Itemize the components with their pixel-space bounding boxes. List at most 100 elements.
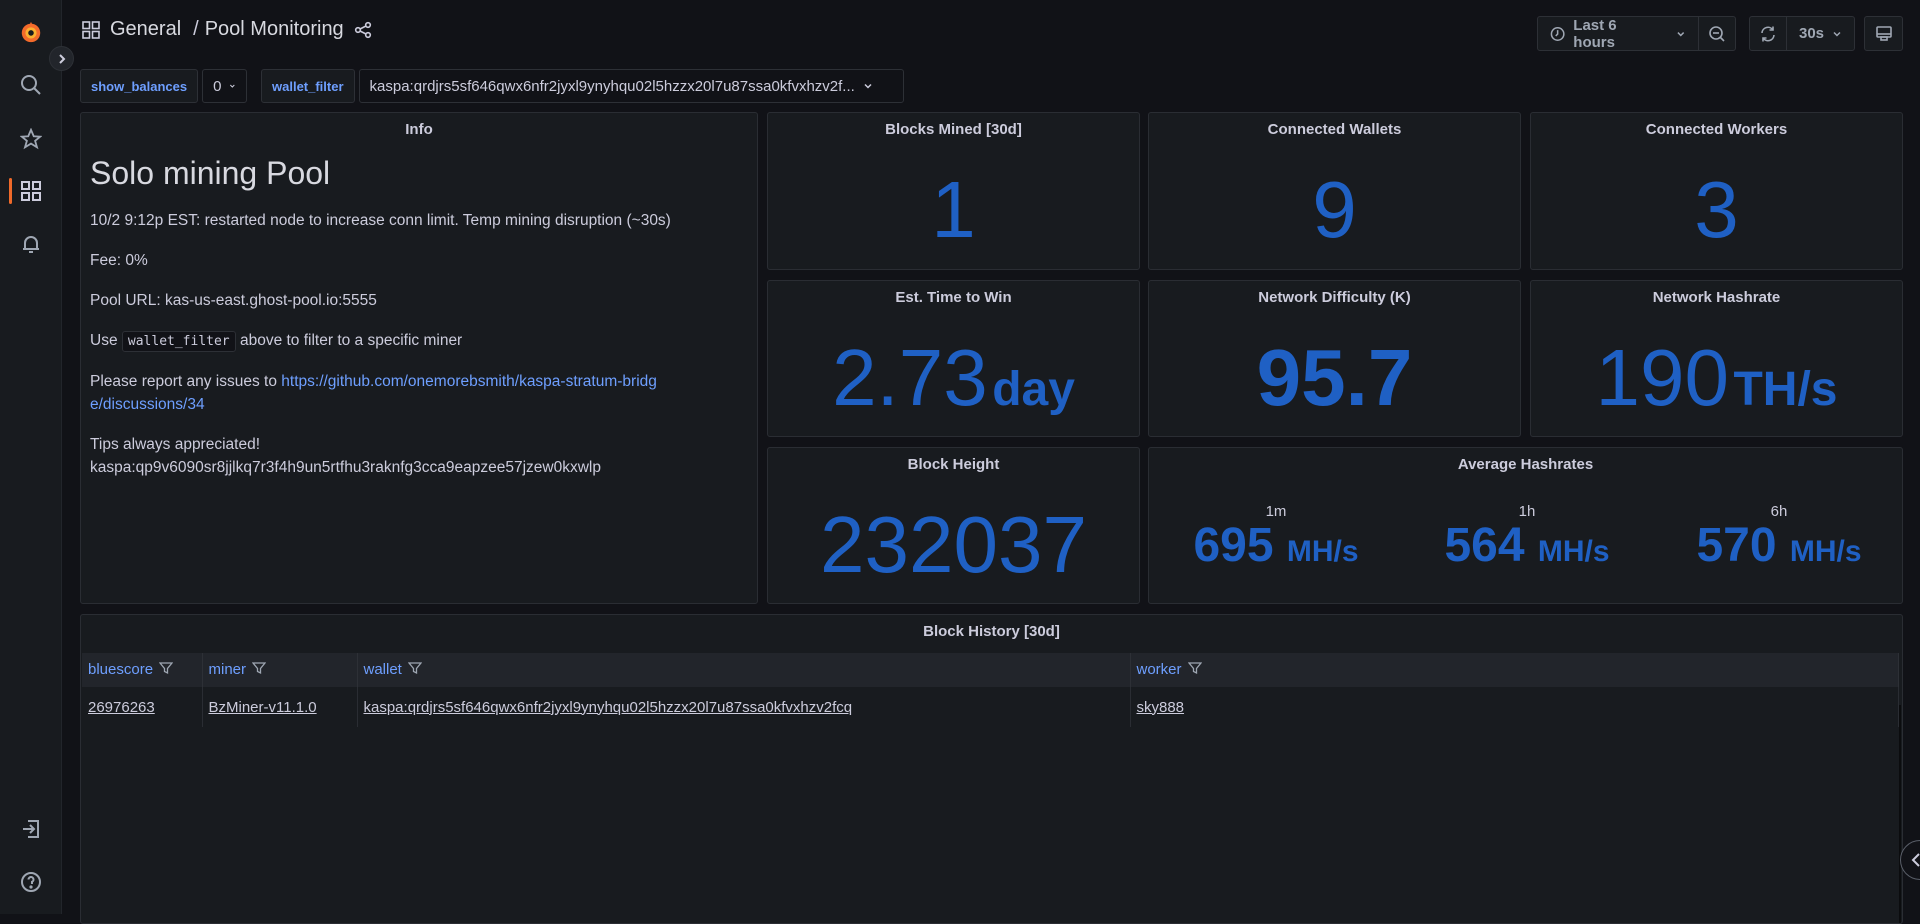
tips-label: Tips always appreciated! [90,436,261,453]
refresh-interval-picker[interactable]: 30s [1786,17,1854,50]
info-panel: Info Solo mining Pool 10/2 9:12p EST: re… [80,112,758,604]
network-difficulty-value: 95.7 [1256,333,1413,422]
panel-title: Connected Wallets [1267,121,1402,138]
monitor-icon [1875,25,1892,41]
dashboards-icon[interactable] [19,179,43,203]
bell-icon[interactable] [19,232,43,256]
dashboard-title[interactable]: Pool Monitoring [205,18,344,41]
help-icon[interactable] [19,870,43,894]
collapse-panel-button[interactable] [1900,840,1920,880]
star-icon[interactable] [19,127,43,151]
panel-title: Blocks Mined [30d] [885,121,1022,138]
filter-icon[interactable] [158,661,174,679]
info-report: Please report any issues to https://gith… [90,370,660,416]
panel-title: Connected Workers [1645,121,1788,138]
filter-icon[interactable] [1187,661,1202,679]
report-prefix: Please report any issues to [90,373,277,390]
info-tips: Tips always appreciated! kaspa:qp9v6090s… [90,433,737,479]
cell-bluescore: 26976263 [82,687,203,727]
zoom-out-button[interactable] [1698,17,1735,50]
use-prefix: Use [90,332,118,349]
time-range-group: Last 6 hours [1537,16,1736,51]
time-range-picker[interactable]: Last 6 hours [1538,17,1698,51]
grafana-logo[interactable] [19,20,43,44]
info-heading: Solo mining Pool [90,155,331,191]
avg-label: 1m [1265,503,1287,520]
avg-unit: MH/s [1789,535,1862,568]
search-icon[interactable] [19,73,43,97]
wallet-filter-code: wallet_filter [121,331,236,352]
avg-unit: MH/s [1537,535,1610,568]
chevron-right-icon [58,53,65,64]
filter-icon[interactable] [407,661,423,679]
avg-hashrate-1m: 1m 695 MH/s [1151,503,1401,578]
show-balances-value: 0 [213,77,222,95]
tv-mode-button[interactable] [1864,16,1903,51]
filter-icon[interactable] [251,661,267,679]
breadcrumb-separator: / [193,18,199,40]
column-header-worker[interactable]: worker [1130,653,1899,687]
sidebar [0,0,62,914]
avg-label: 1h [1518,503,1536,520]
panel-title: Network Hashrate [1652,289,1781,306]
refresh-interval-label: 30s [1799,25,1825,42]
expand-sidebar-button[interactable] [49,46,74,71]
block-height-value: 232037 [820,500,1087,589]
variable-show-balances: show_balances 0 [80,69,248,103]
network-hashrate-value: 190 TH/s [1531,333,1902,446]
blocks-mined-panel: Blocks Mined [30d] 1 [767,112,1140,270]
panel-title: Info [405,121,433,138]
est-time-panel: Est. Time to Win 2.73 day [767,280,1140,437]
connected-wallets-value: 9 [1312,165,1357,254]
avg-label: 6h [1770,503,1788,520]
panel-title: Block Height [907,456,1000,473]
cell-worker: sky888 [1130,687,1899,727]
panel-title: Est. Time to Win [895,289,1012,306]
refresh-button[interactable] [1750,17,1786,50]
info-content: Solo mining Pool 10/2 9:12p EST: restart… [90,153,737,479]
wallet-filter-value: kaspa:qrdjrs5sf646qwx6nfr2jyxl9ynyhqu02l… [369,77,855,95]
share-icon[interactable] [354,21,372,39]
panel-title: Average Hashrates [1457,456,1594,473]
network-hashrate-number: 190 [1595,333,1729,422]
worker-link[interactable]: sky888 [1137,699,1185,716]
avg-unit: MH/s [1286,535,1359,568]
chevron-down-icon [1833,31,1841,37]
avg-value: 570 MH/s [1654,520,1904,578]
sign-in-icon[interactable] [19,817,43,841]
info-fee: Fee: 0% [90,252,148,269]
breadcrumb: General / Pool Monitoring [82,18,372,41]
est-time-number: 2.73 [832,333,988,422]
table-row: 26976263 BzMiner-v11.1.0 kaspa:qrdjrs5sf… [82,687,1899,727]
miner-link[interactable]: BzMiner-v11.1.0 [209,699,317,716]
network-difficulty-panel: Network Difficulty (K) 95.7 [1148,280,1521,437]
wallet-filter-select[interactable]: kaspa:qrdjrs5sf646qwx6nfr2jyxl9ynyhqu02l… [358,69,904,103]
variable-wallet-filter: wallet_filter kaspa:qrdjrs5sf646qwx6nfr2… [261,69,904,103]
connected-workers-value: 3 [1694,165,1739,254]
est-time-value: 2.73 day [768,333,1139,446]
connected-workers-panel: Connected Workers 3 [1530,112,1903,270]
wallet-filter-label: wallet_filter [261,69,355,103]
avg-hashrate-1h: 1h 564 MH/s [1402,503,1652,578]
block-history-table: bluescore miner wallet worker 26976263 B… [82,653,1899,727]
bluescore-link[interactable]: 26976263 [88,699,155,716]
est-time-unit: day [992,363,1075,416]
wallet-link[interactable]: kaspa:qrdjrs5sf646qwx6nfr2jyxl9ynyhqu02l… [364,699,853,716]
use-suffix: above to filter to a specific miner [239,332,463,349]
show-balances-select[interactable]: 0 [202,69,248,103]
zoom-out-icon [1709,25,1725,42]
avg-value: 564 MH/s [1402,520,1652,578]
chevron-down-icon [1677,31,1685,36]
breadcrumb-folder[interactable]: General [110,18,181,41]
column-header-wallet[interactable]: wallet [357,653,1131,687]
refresh-icon [1761,26,1775,41]
table-scrollbar[interactable] [1899,705,1901,923]
blocks-mined-value: 1 [931,165,976,254]
panel-title: Network Difficulty (K) [1258,289,1411,306]
table-header-row: bluescore miner wallet worker [82,653,1899,687]
active-indicator [9,178,12,204]
column-header-miner[interactable]: miner [202,653,358,687]
tips-address: kaspa:qp9v6090sr8jjlkq7r3f4h9un5rtfhu3ra… [90,459,601,476]
info-use-filter: Use wallet_filter above to filter to a s… [90,329,737,353]
column-header-bluescore[interactable]: bluescore [82,653,203,687]
